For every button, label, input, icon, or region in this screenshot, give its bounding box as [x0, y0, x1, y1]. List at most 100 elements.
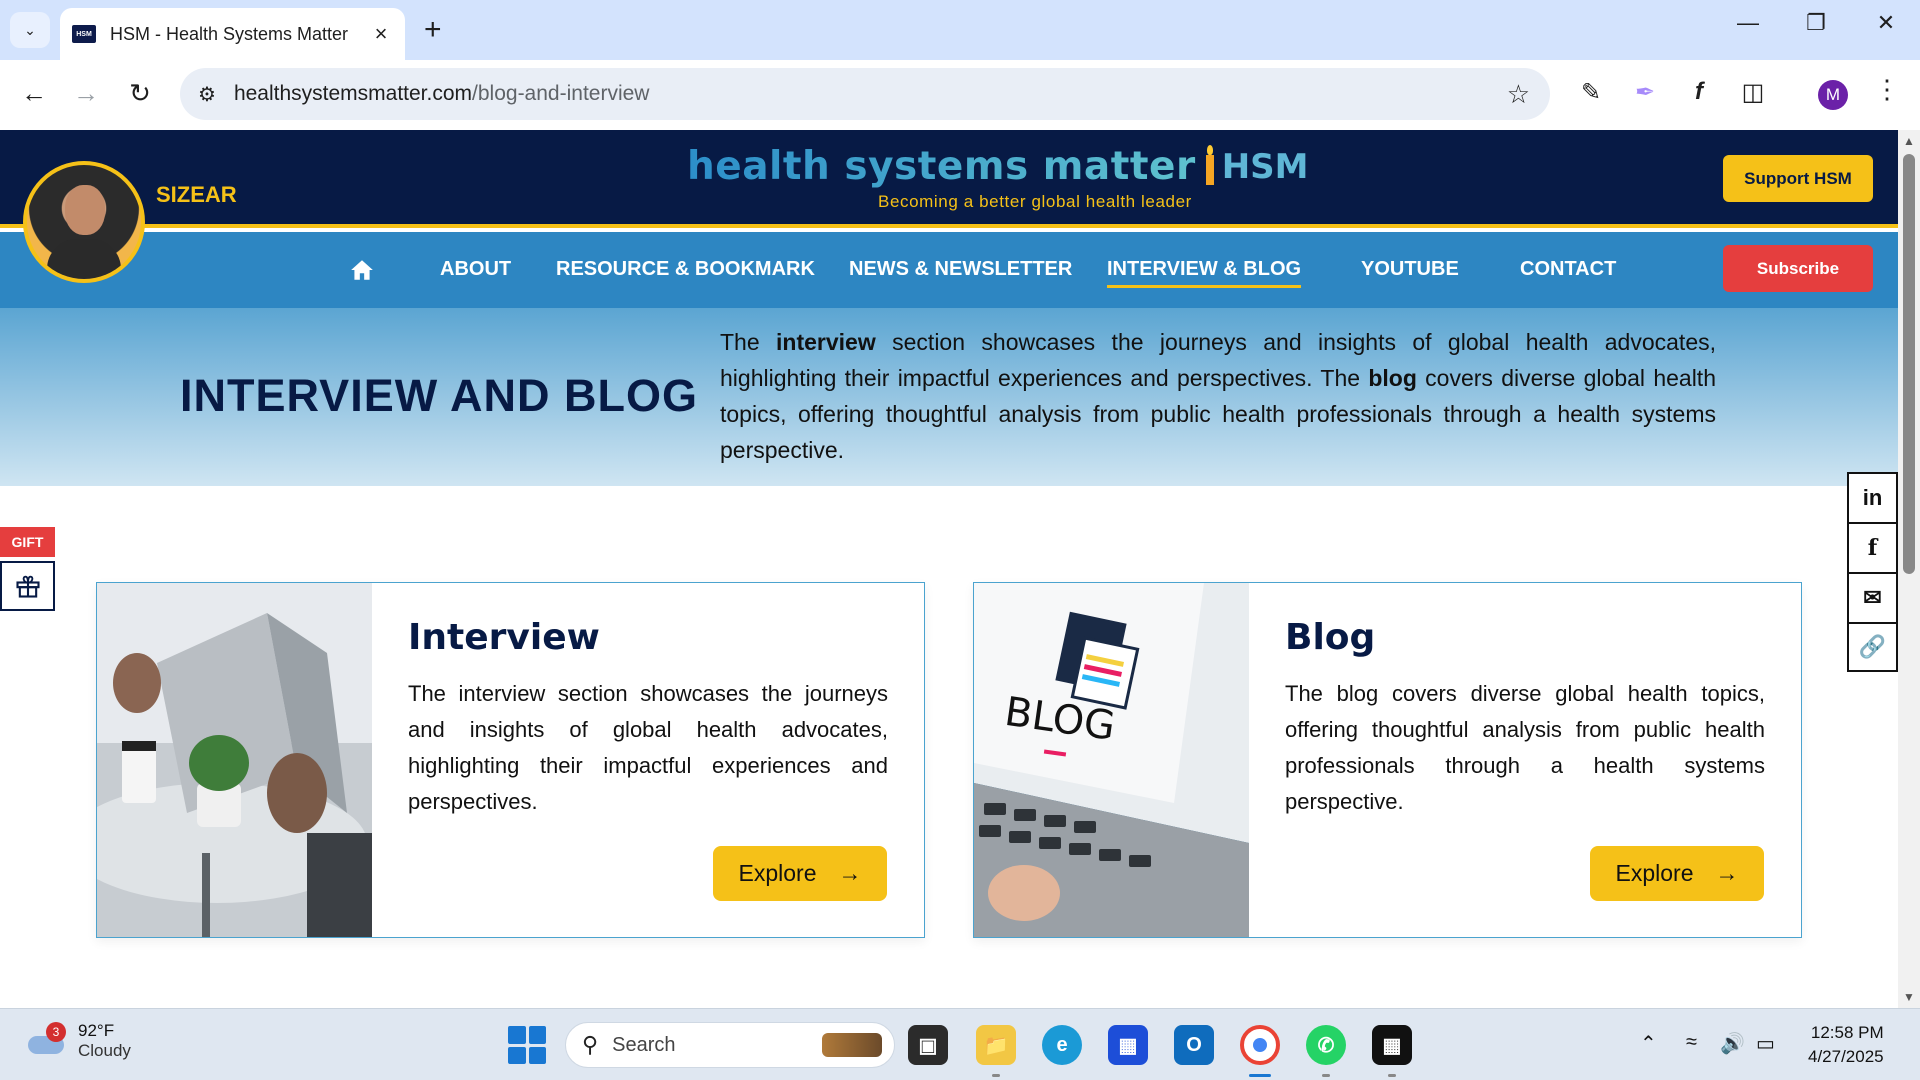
blog-card-desc: The blog covers diverse global health to… [1285, 681, 1765, 814]
forward-button[interactable]: → [68, 78, 104, 109]
reload-button[interactable]: ↻ [122, 78, 158, 109]
pen-extension-icon[interactable]: ✒ [1627, 78, 1663, 107]
nav-about[interactable]: ABOUT [440, 258, 511, 281]
interview-explore-button[interactable]: Explore → [713, 846, 887, 901]
home-icon[interactable] [349, 257, 375, 283]
file-explorer-icon[interactable]: 📁 [976, 1025, 1016, 1065]
arrow-right-icon: → [1715, 860, 1739, 886]
arrow-right-icon: → [838, 860, 862, 886]
share-bar: in f ✉ 🔗 [1847, 472, 1898, 672]
volume-icon[interactable]: 🔊 [1720, 1031, 1745, 1056]
hero-desc-part: The [720, 329, 777, 355]
interview-card-desc: The interview section showcases the jour… [408, 681, 888, 814]
blog-card-body: Blog The blog covers diverse global heal… [1285, 617, 1765, 820]
site-info-icon[interactable]: ⚙ [198, 82, 216, 107]
browser-titlebar: ⌄ HSM HSM - Health Systems Matter × + — … [0, 0, 1920, 60]
windows-start-icon[interactable] [508, 1026, 546, 1064]
hero-desc-bold: interview [776, 329, 876, 355]
search-highlight-image [822, 1033, 882, 1057]
interview-card: Interview The interview section showcase… [96, 582, 925, 938]
whatsapp-icon[interactable]: ✆ [1306, 1025, 1346, 1065]
restore-button[interactable]: ❐ [1796, 10, 1836, 36]
hero-desc-bold: blog [1368, 365, 1417, 391]
weather-condition: Cloudy [78, 1041, 131, 1060]
nav-news-newsletter[interactable]: NEWS & NEWSLETTER [849, 258, 1072, 281]
blog-image: BLOG [974, 583, 1249, 937]
tab-search-button[interactable]: ⌄ [10, 12, 50, 48]
profile-avatar[interactable]: M [1818, 80, 1848, 110]
blog-card: BLOG Blog The blog covers diverse global… [973, 582, 1802, 938]
nav-resource-bookmark[interactable]: RESOURCE & BOOKMARK [556, 258, 815, 281]
hero-section: INTERVIEW AND BLOG The interview section… [0, 308, 1898, 486]
scroll-down-icon[interactable]: ▼ [1903, 990, 1915, 1004]
cloud-icon: 3 [26, 1022, 66, 1056]
chevron-down-icon: ⌄ [24, 21, 36, 38]
running-indicator [992, 1074, 1000, 1077]
eyedropper-extension-icon[interactable]: ✎ [1573, 78, 1609, 107]
wifi-icon[interactable]: ≈ [1686, 1031, 1697, 1054]
address-bar[interactable]: ⚙ healthsystemsmatter.com/blog-and-inter… [180, 68, 1550, 120]
candle-icon [1205, 144, 1214, 185]
nav-youtube[interactable]: YOUTUBE [1361, 258, 1459, 281]
subscribe-button[interactable]: Subscribe [1723, 245, 1873, 292]
email-icon[interactable]: ✉ [1847, 572, 1898, 622]
support-hsm-button[interactable]: Support HSM [1723, 155, 1873, 202]
bookmark-star-icon[interactable]: ☆ [1507, 79, 1530, 110]
nav-contact[interactable]: CONTACT [1520, 258, 1616, 281]
battery-icon[interactable]: ▭ [1756, 1031, 1775, 1056]
scroll-up-icon[interactable]: ▲ [1903, 134, 1915, 148]
avatar-shirt [47, 239, 121, 279]
interview-card-title: Interview [408, 617, 600, 658]
blog-explore-button[interactable]: Explore → [1590, 846, 1764, 901]
url-host: healthsystemsmatter.com [233, 82, 473, 105]
font-extension-icon[interactable]: f [1681, 78, 1717, 106]
scroll-thumb[interactable] [1903, 154, 1915, 574]
main-nav: ABOUT RESOURCE & BOOKMARK NEWS & NEWSLET… [0, 232, 1898, 308]
username[interactable]: SIZEAR [156, 182, 237, 208]
explore-label: Explore [1615, 860, 1694, 886]
browser-menu-icon[interactable]: ⋮ [1874, 74, 1900, 105]
chrome-center [1253, 1038, 1267, 1052]
interview-image [97, 583, 372, 937]
site-logo[interactable]: health systems matter HSM [687, 144, 1308, 189]
browser-toolbar: ← → ↻ ⚙ healthsystemsmatter.com/blog-and… [0, 60, 1920, 130]
minimize-button[interactable]: — [1728, 10, 1768, 36]
logo-abbr: HSM [1221, 146, 1309, 187]
taskbar-clock[interactable]: 12:58 PM 4/27/2025 [1808, 1021, 1884, 1069]
new-tab-button[interactable]: + [424, 14, 442, 46]
page-viewport: health systems matter HSM Becoming a bet… [0, 130, 1898, 1008]
favicon-icon: HSM [72, 25, 96, 43]
linkedin-icon[interactable]: in [1847, 472, 1898, 522]
edge-icon[interactable]: e [1042, 1025, 1082, 1065]
close-window-button[interactable]: ✕ [1866, 10, 1906, 36]
task-view-icon[interactable]: ▣ [908, 1025, 948, 1065]
extensions-puzzle-icon[interactable]: ◫ [1735, 78, 1771, 107]
page-title: INTERVIEW AND BLOG [180, 370, 699, 421]
outlook-icon[interactable]: O [1174, 1025, 1214, 1065]
capcut-icon[interactable]: ▦ [1372, 1025, 1412, 1065]
user-avatar[interactable] [23, 161, 145, 283]
weather-widget[interactable]: 3 92°F Cloudy [26, 1021, 131, 1061]
page-scrollbar[interactable]: ▲ ▼ [1898, 130, 1920, 1008]
tab-close-icon[interactable]: × [369, 21, 393, 47]
chevron-up-icon[interactable]: ⌃ [1640, 1031, 1657, 1056]
chrome-icon[interactable] [1240, 1025, 1280, 1065]
explore-label: Explore [738, 860, 817, 886]
tab-title: HSM - Health Systems Matter [110, 23, 349, 44]
gift-label[interactable]: GIFT [0, 527, 55, 557]
clock-date: 4/27/2025 [1808, 1047, 1884, 1066]
taskbar-search[interactable]: ⚲ Search [565, 1022, 895, 1068]
taskbar-search-placeholder: Search [612, 1033, 676, 1056]
nav-interview-blog[interactable]: INTERVIEW & BLOG [1107, 258, 1302, 288]
tagline: Becoming a better global health leader [878, 192, 1192, 211]
running-indicator [1322, 1074, 1330, 1077]
running-indicator [1388, 1074, 1396, 1077]
back-button[interactable]: ← [16, 78, 52, 109]
copy-link-icon[interactable]: 🔗 [1847, 622, 1898, 672]
gift-button[interactable] [0, 561, 55, 611]
interview-card-body: Interview The interview section showcase… [408, 617, 888, 820]
weather-badge: 3 [46, 1022, 66, 1042]
browser-tab[interactable]: HSM HSM - Health Systems Matter × [60, 8, 405, 60]
facebook-icon[interactable]: f [1847, 522, 1898, 572]
store-icon[interactable]: ▦ [1108, 1025, 1148, 1065]
